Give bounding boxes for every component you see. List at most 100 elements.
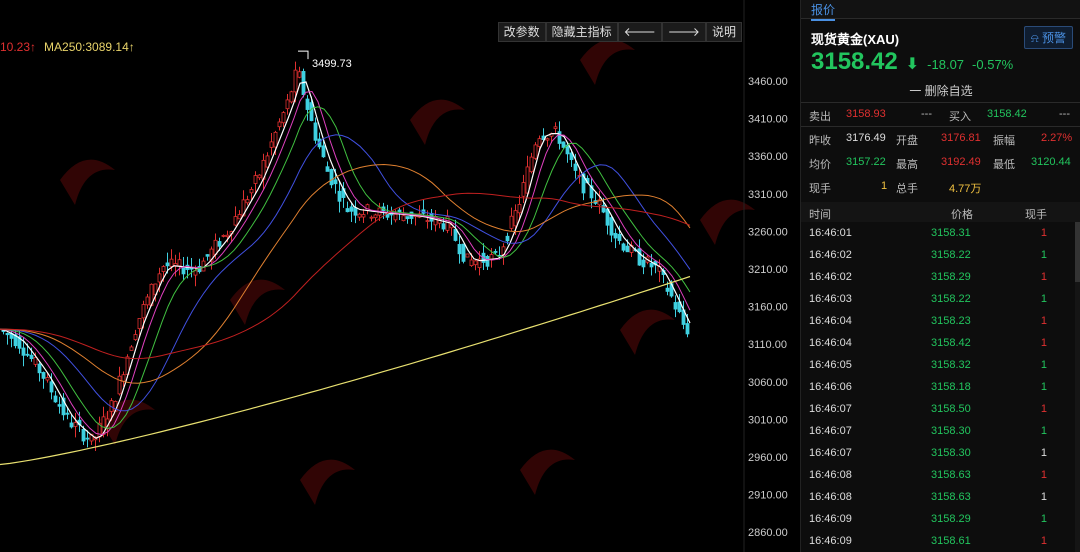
low-value: 3120.44 (1031, 156, 1071, 168)
tab-quote[interactable]: 报价 (811, 1, 836, 21)
candle-body (53, 395, 58, 403)
y-tick-label: 3060.00 (748, 377, 788, 389)
buy-dash: --- (1059, 108, 1070, 120)
sell-price: 3158.93 (846, 108, 886, 120)
arrow-right-icon[interactable]: 🡒 (661, 22, 706, 42)
tick-row: 16:46:07 3158.30 1 (801, 442, 1080, 464)
sell-dash: --- (921, 108, 932, 120)
candle-body (441, 223, 446, 230)
candle-body (205, 254, 210, 257)
sell-label: 卖出 (809, 111, 831, 123)
bid-ask-row: 卖出 3158.93 --- 买入 3158.42 --- (801, 104, 1080, 126)
tick-price: 3158.61 (931, 535, 971, 547)
candle-body (225, 234, 230, 238)
candle-body (121, 374, 126, 382)
price-change-pct: -0.57% (972, 57, 1014, 72)
candle-body (289, 91, 294, 103)
tick-price: 3158.22 (931, 249, 971, 261)
amplitude-value: 2.27% (1041, 132, 1073, 144)
candle-body (529, 156, 534, 173)
candle-body (473, 260, 478, 266)
candle-body (217, 241, 222, 247)
tick-volume: 1 (1040, 425, 1047, 437)
tick-volume: 1 (1040, 381, 1047, 393)
avg-label: 均价 (809, 159, 831, 171)
candle-body (57, 404, 62, 407)
candle-body (465, 253, 470, 258)
y-tick-label: 3360.00 (748, 151, 788, 163)
tick-row: 16:46:09 3158.29 1 (801, 508, 1080, 530)
change-params-button[interactable]: 改参数 (497, 22, 546, 42)
candle-body (685, 323, 690, 335)
candle-body (469, 259, 474, 266)
tick-time: 16:46:08 (809, 491, 852, 503)
tick-price: 3158.50 (931, 403, 971, 415)
candle-body (45, 377, 50, 381)
tick-price: 3158.63 (931, 491, 971, 503)
ticks-list[interactable]: 16:46:01 3158.31 1 16:46:02 3158.22 1 16:46:02… (801, 222, 1080, 552)
tick-volume: 1 (1040, 359, 1047, 371)
candle-body (613, 232, 618, 239)
candle-body (221, 234, 226, 237)
high-label: 最高 (896, 159, 918, 171)
ma250-legend: MA250:3089.14↑ (44, 40, 135, 54)
tick-price: 3158.63 (931, 469, 971, 481)
scroll-thumb[interactable] (1075, 222, 1080, 282)
candle-body (337, 190, 342, 202)
kline-chart[interactable]: 3460.00 3410.00 3360.00 3310.00 3260.00 3210.… (0, 0, 796, 552)
kline-chart-area[interactable]: 3460.00 3410.00 3360.00 3310.00 3260.00 3210.… (0, 0, 796, 552)
tick-volume: 1 (1040, 249, 1047, 261)
price-row: 3158.42 ⬇ -18.07 -0.57% (811, 48, 1013, 76)
ticks-scrollbar[interactable] (1075, 222, 1080, 552)
ticks-header: 时间 价格 现手 (801, 202, 1080, 222)
bell-icon: ⍾ (1030, 31, 1039, 45)
quote-row-3: 现手 1 总手 4.77万 (801, 176, 1080, 198)
help-button[interactable]: 说明 (705, 22, 742, 42)
candle-body (325, 166, 330, 172)
candle-body (521, 182, 526, 197)
y-tick-label: 3210.00 (748, 264, 788, 276)
last-price: 3158.42 (811, 48, 898, 75)
tick-price: 3158.29 (931, 513, 971, 525)
prev-close-label: 昨收 (809, 135, 831, 147)
candle-body (25, 353, 30, 356)
tick-volume: 1 (1040, 513, 1047, 525)
candle-body (245, 199, 250, 204)
alert-button[interactable]: ⍾ 预警 (1023, 26, 1073, 49)
candle-body (41, 372, 46, 379)
candle-body (649, 262, 654, 268)
ma-line-white (0, 81, 691, 439)
candle-body (5, 332, 10, 336)
tick-row: 16:46:03 3158.22 1 (801, 288, 1080, 310)
tick-time: 16:46:05 (809, 359, 852, 371)
candle-body (401, 215, 406, 222)
candle-body (297, 71, 302, 78)
y-tick-label: 2910.00 (748, 490, 788, 502)
candle-body (353, 207, 358, 216)
candle-body (369, 216, 374, 219)
tick-time: 16:46:07 (809, 403, 852, 415)
down-arrow-icon: ⬇ (905, 56, 920, 73)
arrow-left-icon[interactable]: 🡐 (617, 22, 662, 42)
candle-body (329, 169, 334, 186)
candle-body (193, 270, 198, 276)
tick-row: 16:46:09 3158.61 1 (801, 530, 1080, 552)
candle-body (129, 346, 134, 351)
y-tick-label: 3260.00 (748, 226, 788, 238)
candle-body (545, 138, 550, 141)
candle-body (457, 244, 462, 255)
hide-indicator-button[interactable]: 隐藏主指标 (545, 22, 618, 42)
candle-body (305, 98, 310, 110)
open-value: 3176.81 (941, 132, 981, 144)
peak-label: 3499.73 (312, 58, 352, 70)
candle-body (21, 347, 26, 356)
candle-body (293, 69, 298, 93)
delete-favorite-button[interactable]: 一 删除自选 (801, 82, 1080, 99)
candle-body (641, 259, 646, 268)
peak-marker (298, 50, 309, 60)
candle-body (277, 121, 282, 128)
tick-time: 16:46:04 (809, 337, 852, 349)
tick-row: 16:46:02 3158.29 1 (801, 266, 1080, 288)
tick-price: 3158.42 (931, 337, 971, 349)
candle-body (117, 375, 122, 395)
